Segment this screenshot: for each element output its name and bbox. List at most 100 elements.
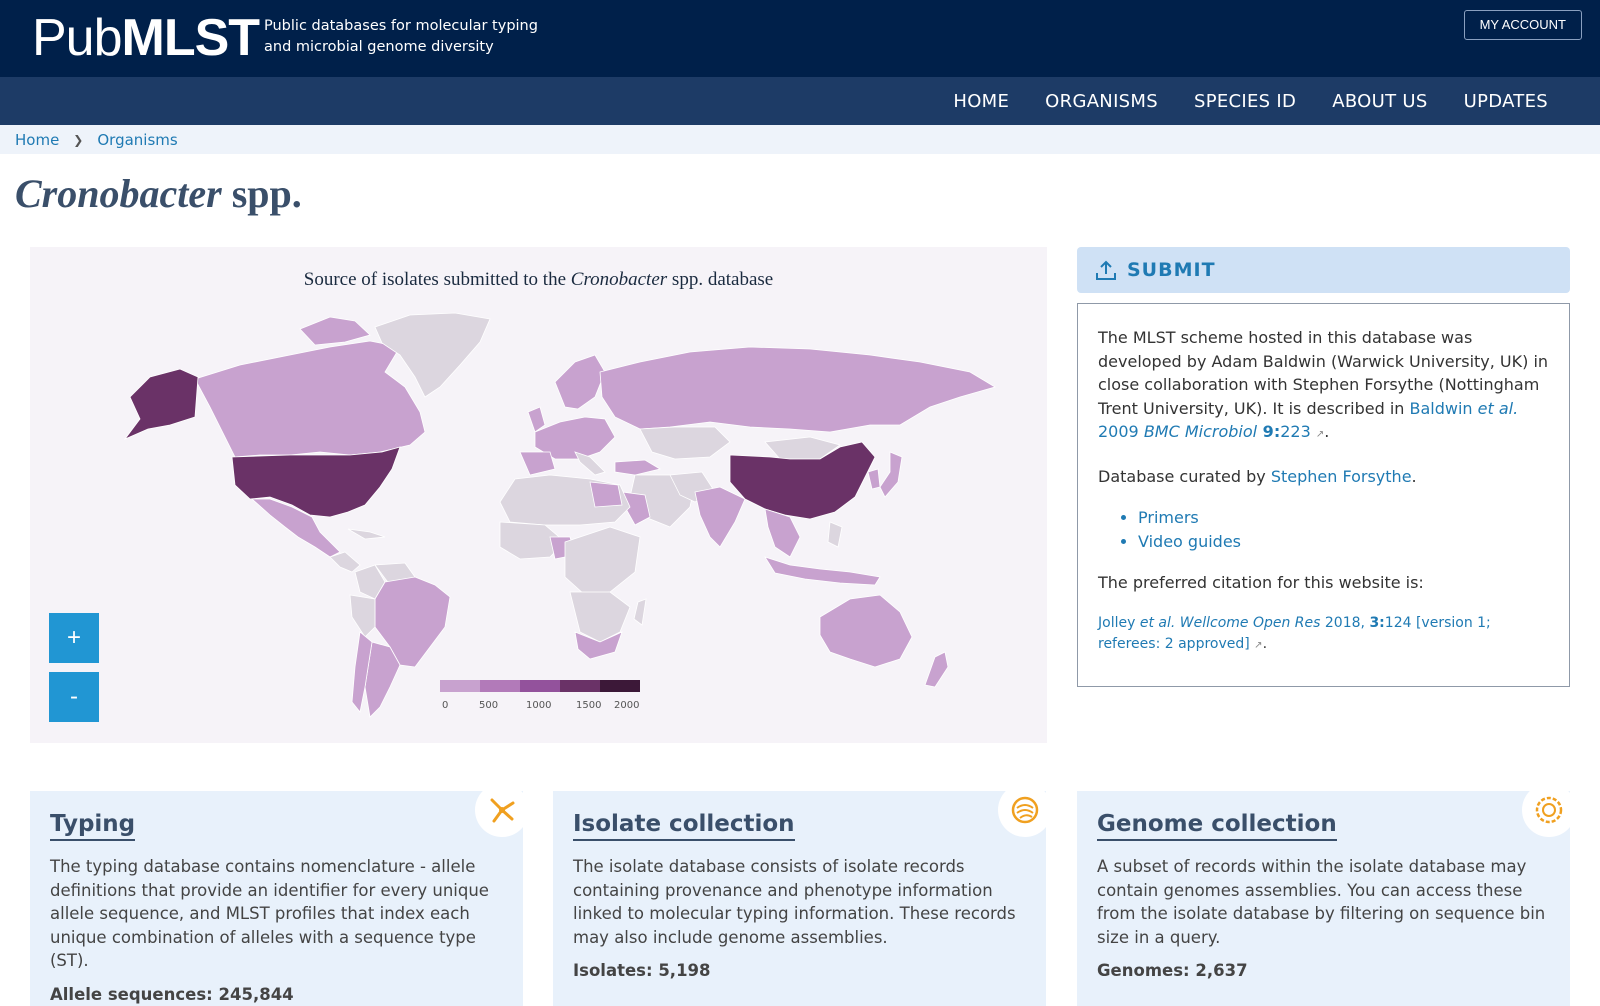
country-australia[interactable]	[819, 594, 913, 668]
country-usa[interactable]	[231, 446, 401, 518]
citation-page: 223	[1280, 422, 1311, 441]
breadcrumb-organisms[interactable]: Organisms	[97, 131, 177, 149]
breadcrumb: Home ❯ Organisms	[0, 125, 1600, 154]
external-link-icon: ↗	[1315, 429, 1325, 440]
nav-species-id[interactable]: SPECIES ID	[1194, 91, 1296, 112]
tagline-line-1: Public databases for molecular typing	[264, 18, 538, 34]
citation-volume: 9:	[1257, 422, 1281, 441]
region-indonesia[interactable]	[764, 556, 881, 586]
pubmlst-logo[interactable]: PubMLST	[32, 8, 261, 68]
submit-label: SUBMIT	[1127, 259, 1216, 281]
map-legend: 0 500 1000 1500 2000	[440, 680, 640, 711]
typing-card: Typing The typing database contains nome…	[30, 783, 529, 1006]
citation-journal: BMC Microbiol	[1143, 422, 1258, 441]
genome-icon	[1522, 783, 1576, 837]
map-caption-prefix: Source of isolates submitted to the	[303, 269, 571, 290]
video-guides-link[interactable]: Video guides	[1138, 532, 1241, 551]
list-item: Primers	[1138, 506, 1549, 530]
region-central-africa[interactable]	[564, 526, 641, 596]
legend-swatch-4	[560, 680, 600, 692]
legend-tick-1000: 1000	[526, 700, 551, 711]
breadcrumb-home[interactable]: Home	[15, 131, 59, 149]
legend-swatch-5	[600, 680, 640, 692]
country-kazakhstan[interactable]	[639, 426, 731, 460]
cite-etal: et al.	[1139, 614, 1176, 631]
country-turkey[interactable]	[614, 459, 662, 476]
isolate-title-link[interactable]: Isolate collection	[573, 811, 795, 841]
genome-description: A subset of records within the isolate d…	[1097, 857, 1546, 947]
database-info-panel: The MLST scheme hosted in this database …	[1077, 303, 1570, 687]
country-new-zealand[interactable]	[924, 651, 949, 688]
region-scandinavia[interactable]	[554, 354, 606, 410]
country-philippines[interactable]	[827, 521, 843, 548]
region-arctic-islands[interactable]	[299, 316, 371, 346]
tagline-line-2: and microbial genome diversity	[264, 39, 494, 55]
page-title: Cronobacter spp.	[15, 170, 302, 217]
legend-swatch-3	[520, 680, 560, 692]
country-korea[interactable]	[867, 468, 881, 490]
scheme-description: The MLST scheme hosted in this database …	[1098, 328, 1549, 441]
title-suffix: spp.	[221, 171, 302, 216]
typing-description: The typing database contains nomenclatur…	[50, 857, 489, 970]
typing-icon	[475, 783, 529, 837]
primers-link[interactable]: Primers	[1138, 508, 1199, 527]
preferred-citation: Jolley et al. Wellcome Open Res 2018, 3:…	[1098, 614, 1491, 652]
top-banner: PubMLST Public databases for molecular t…	[0, 0, 1600, 77]
legend-tick-0: 0	[442, 700, 448, 711]
legend-swatch-1	[440, 680, 480, 692]
cite-year: 2018,	[1320, 614, 1370, 631]
country-madagascar[interactable]	[633, 598, 647, 626]
nav-organisms[interactable]: ORGANISMS	[1045, 91, 1158, 112]
list-item: Video guides	[1138, 530, 1549, 554]
cite-volume: 3:	[1369, 614, 1385, 631]
legend-tick-500: 500	[479, 700, 498, 711]
country-russia[interactable]	[599, 346, 996, 433]
nav-about-us[interactable]: ABOUT US	[1332, 91, 1427, 112]
isolate-description: The isolate database consists of isolate…	[573, 857, 1016, 947]
map-caption: Source of isolates submitted to the Cron…	[30, 269, 1047, 291]
cite-author: Jolley	[1098, 614, 1140, 631]
curator-link[interactable]: Stephen Forsythe	[1271, 467, 1412, 486]
logo-text-light: Pub	[32, 9, 123, 67]
chevron-right-icon: ❯	[73, 132, 84, 147]
curator-line: Database curated by Stephen Forsythe.	[1098, 466, 1417, 486]
country-egypt[interactable]	[589, 481, 623, 508]
zoom-out-button[interactable]: -	[49, 672, 99, 722]
site-tagline: Public databases for molecular typing an…	[264, 16, 554, 58]
citation-intro: The preferred citation for this website …	[1098, 573, 1424, 592]
my-account-button[interactable]: MY ACCOUNT	[1463, 10, 1582, 40]
region-caribbean[interactable]	[347, 528, 386, 540]
country-india[interactable]	[694, 486, 746, 548]
nav-updates[interactable]: UPDATES	[1464, 91, 1548, 112]
jolley-citation-link[interactable]: Jolley et al. Wellcome Open Res 2018, 3:…	[1098, 615, 1491, 652]
isolate-source-map[interactable]: 0 500 1000 1500 2000 Source of isolates …	[30, 247, 1047, 743]
legend-tick-1500: 1500	[576, 700, 601, 711]
resource-links: Primers Video guides	[1138, 506, 1549, 553]
legend-swatch-2	[480, 680, 520, 692]
cite-journal: Wellcome Open Res	[1175, 614, 1321, 631]
country-spain[interactable]	[519, 451, 556, 476]
genome-title-link[interactable]: Genome collection	[1097, 811, 1337, 841]
world-map[interactable]: 0 500 1000 1500 2000	[30, 247, 1047, 743]
legend-tick-2000: 2000	[614, 700, 639, 711]
nav-home[interactable]: HOME	[953, 91, 1009, 112]
country-japan[interactable]	[879, 451, 903, 498]
curator-label: Database curated by	[1098, 466, 1271, 486]
upload-icon	[1096, 260, 1116, 280]
external-link-icon: ↗	[1254, 639, 1263, 651]
map-caption-suffix: spp. database	[667, 269, 774, 290]
country-alaska[interactable]	[123, 368, 199, 440]
genome-card: Genome collection A subset of records wi…	[1077, 783, 1576, 1006]
country-peru[interactable]	[349, 594, 376, 638]
country-uk[interactable]	[527, 406, 546, 433]
citation-author: Baldwin	[1409, 398, 1478, 418]
submit-button[interactable]: SUBMIT	[1077, 247, 1570, 293]
citation-year: 2009	[1098, 422, 1144, 441]
main-nav: HOME ORGANISMS SPECIES ID ABOUT US UPDAT…	[0, 77, 1600, 125]
zoom-in-button[interactable]: +	[49, 613, 99, 663]
typing-title-link[interactable]: Typing	[50, 811, 136, 841]
logo-text-bold: MLST	[121, 9, 261, 67]
isolate-count: Isolates: 5,198	[573, 961, 711, 980]
country-canada[interactable]	[194, 340, 426, 458]
title-genus: Cronobacter	[15, 171, 222, 216]
